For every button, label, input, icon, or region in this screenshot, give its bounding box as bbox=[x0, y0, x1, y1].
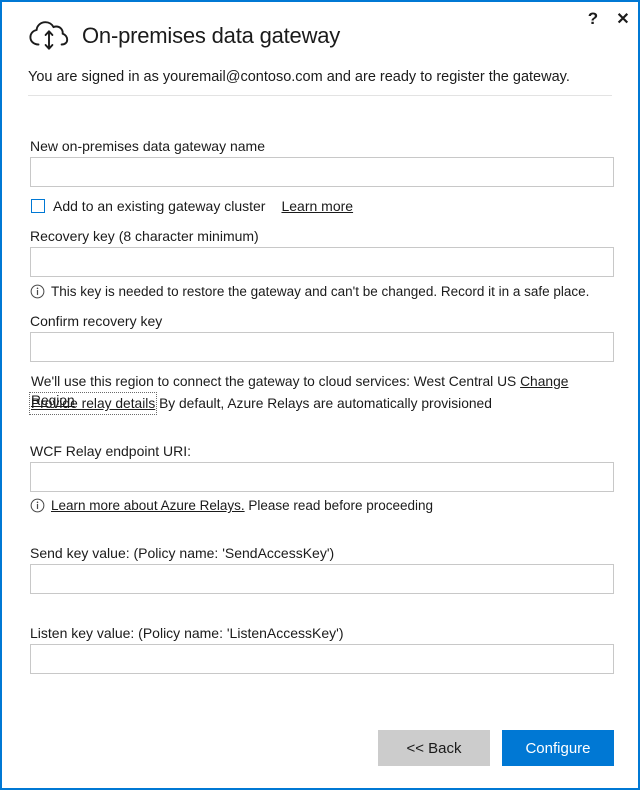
recovery-key-hint-text: This key is needed to restore the gatewa… bbox=[51, 284, 590, 299]
relay-description: By default, Azure Relays are automatical… bbox=[159, 396, 492, 411]
azure-relays-learn-more-link[interactable]: Learn more about Azure Relays. bbox=[51, 498, 245, 513]
configure-button[interactable]: Configure bbox=[502, 730, 614, 766]
page-title: On-premises data gateway bbox=[82, 23, 341, 48]
wcf-relay-uri-label: WCF Relay endpoint URI: bbox=[30, 443, 192, 459]
region-text: We'll use this region to connect the gat… bbox=[31, 374, 517, 389]
gateway-name-label: New on-premises data gateway name bbox=[30, 138, 266, 154]
info-circle-icon bbox=[30, 284, 45, 299]
wcf-relay-uri-input[interactable] bbox=[30, 462, 614, 492]
header-divider bbox=[28, 95, 612, 97]
gateway-name-label-wrap: New on-premises data gateway name bbox=[30, 138, 265, 155]
wcf-relay-hint: Learn more about Azure Relays. Please re… bbox=[30, 497, 614, 515]
close-icon[interactable]: ✕ bbox=[608, 4, 638, 34]
dialog-header: On-premises data gateway You are signed … bbox=[2, 2, 638, 97]
listen-key-input[interactable] bbox=[30, 644, 614, 674]
wcf-relay-hint-rest: Please read before proceeding bbox=[248, 498, 434, 513]
title-row: On-premises data gateway bbox=[28, 16, 612, 56]
signed-in-status: You are signed in as youremail@contoso.c… bbox=[28, 69, 570, 85]
recovery-key-input[interactable] bbox=[30, 247, 614, 277]
back-button[interactable]: << Back bbox=[378, 730, 490, 766]
checkbox-unchecked-icon[interactable] bbox=[31, 199, 45, 213]
send-key-input[interactable] bbox=[30, 564, 614, 594]
help-icon[interactable]: ? bbox=[578, 4, 608, 34]
gateway-name-input[interactable] bbox=[30, 157, 614, 187]
cloud-with-up-down-arrow-icon bbox=[29, 21, 69, 50]
gateway-dialog-window: ? ✕ On-premises data gateway You are sig… bbox=[0, 0, 640, 790]
provide-relay-details-link[interactable]: Provide relay details bbox=[28, 391, 158, 416]
relay-toggle-row: Provide relay details By default, Azure … bbox=[28, 391, 615, 416]
confirm-recovery-key-label: Confirm recovery key bbox=[30, 313, 163, 329]
info-circle-icon bbox=[30, 498, 45, 513]
send-key-label: Send key value: (Policy name: 'SendAcces… bbox=[30, 545, 335, 561]
cluster-checkbox-label: Add to an existing gateway cluster bbox=[53, 198, 266, 214]
dialog-footer: << Back Configure bbox=[2, 730, 638, 766]
cluster-checkbox-row[interactable]: Add to an existing gateway cluster Learn… bbox=[31, 198, 353, 214]
titlebar-buttons: ? ✕ bbox=[578, 2, 638, 36]
confirm-recovery-key-input[interactable] bbox=[30, 332, 614, 362]
cluster-learn-more-link[interactable]: Learn more bbox=[281, 198, 353, 214]
recovery-key-label: Recovery key (8 character minimum) bbox=[30, 228, 259, 244]
listen-key-label: Listen key value: (Policy name: 'ListenA… bbox=[30, 625, 344, 641]
recovery-key-hint: This key is needed to restore the gatewa… bbox=[30, 283, 614, 301]
